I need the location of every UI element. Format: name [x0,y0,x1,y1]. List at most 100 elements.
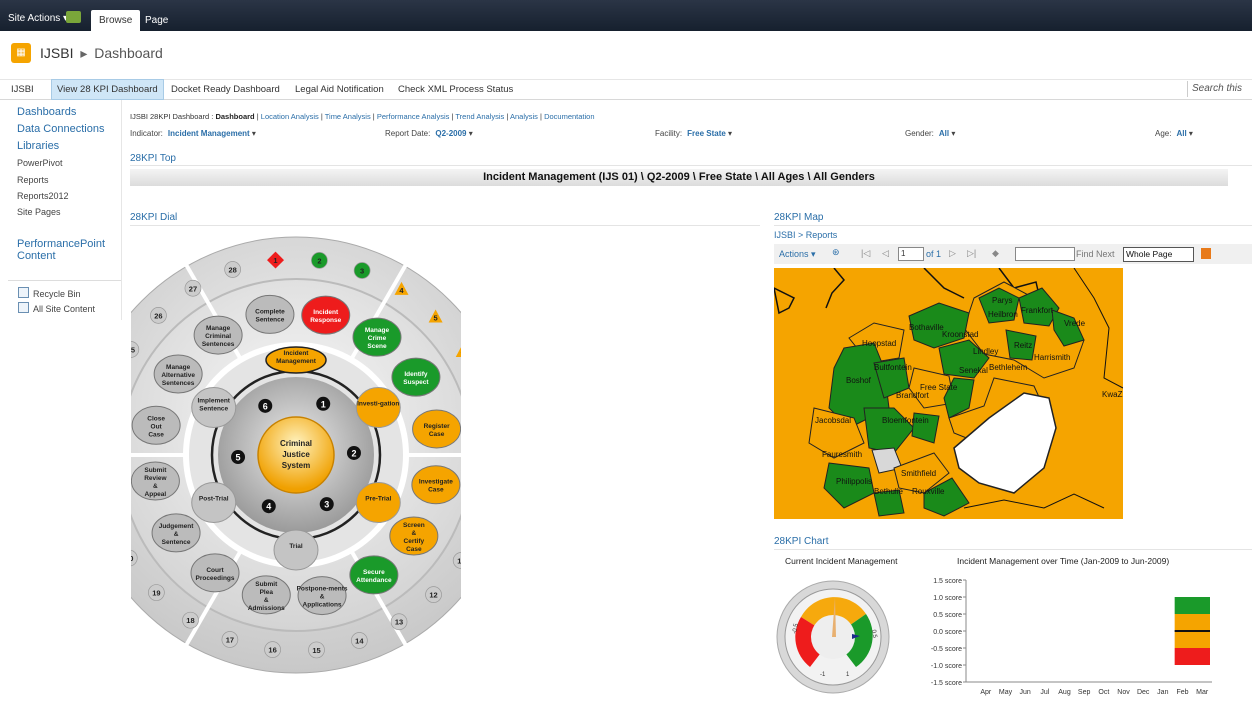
dial-process[interactable]: SubmitReview&Appeal [131,461,180,501]
kpi-marker[interactable]: 28 [224,261,242,278]
dial-stage-node[interactable] [273,529,319,571]
dial-process[interactable]: CompleteSentence [245,294,295,334]
quicklaunch-performancepoint[interactable]: PerformancePoint [17,238,105,250]
topnav-ijsbi[interactable]: IJSBI [6,80,39,99]
quicklaunch-powerpivot[interactable]: PowerPivot [17,158,63,168]
dial-process[interactable]: IdentifySuspect [391,357,441,397]
dial-process[interactable]: CourtProceedings [190,553,240,593]
dial-process-label: Alternative [161,372,195,379]
find-input[interactable] [1015,247,1075,261]
dial-process[interactable]: RegisterCase [412,409,461,449]
refresh-icon[interactable]: ⊛ [832,247,840,258]
export-icon[interactable] [1201,248,1211,259]
last-page-icon[interactable]: ▷| [967,248,976,259]
dial-process[interactable]: ManageCrimeScene [352,317,402,357]
x-tick-label: May [999,689,1013,696]
tab-browse[interactable]: Browse [91,10,141,31]
kpi-marker[interactable]: 26 [150,307,167,324]
free-state-map[interactable]: Parys Heilbron Frankfort Vrede Bothavill… [772,267,1124,519]
dial-process[interactable]: IncidentResponse [301,295,351,335]
indicator-value[interactable]: Incident Management [168,129,250,138]
dial-process[interactable]: ManageAlternativeSentences [153,354,203,394]
actions-menu[interactable]: Actions ▾ [779,249,816,260]
dial-process-label: & [264,597,269,604]
kpi-marker[interactable]: 3 [353,262,371,279]
dial-stage-label: Pre-Trial [365,496,391,503]
dial-stage-node[interactable] [191,482,237,523]
zoom-select[interactable]: Whole Page [1123,247,1194,262]
report-date-filter[interactable]: Report Date: Q2-2009 ▾ [385,129,473,138]
kpi-number: 16 [268,646,276,655]
previous-page-icon[interactable]: ◁ [882,248,889,259]
indicator-filter[interactable]: Indicator: Incident Management ▾ [130,129,256,138]
site-actions-menu[interactable]: Site Actions ▾ [8,13,68,24]
navigate-up-icon[interactable] [66,11,81,23]
dial-process[interactable]: InvestigateCase [411,465,461,505]
first-page-icon[interactable]: |◁ [861,248,870,259]
breadcrumb-site[interactable]: IJSBI [40,45,73,61]
divider [774,549,1252,550]
dial-process-label: Appeal [145,491,167,498]
next-page-icon[interactable]: ▷ [949,248,956,259]
dial-process[interactable]: SecureAttendance [349,555,399,595]
dial-process[interactable]: Screen&CertifyCase [389,516,439,556]
age-filter[interactable]: Age: All ▾ [1155,129,1193,138]
link-documentation[interactable]: Documentation [544,112,594,121]
kpi-marker[interactable]: 12 [425,586,442,603]
all-site-content-link[interactable]: All Site Content [18,302,95,314]
search-input[interactable]: Search this [1187,81,1252,97]
topnav-docket-ready-dashboard[interactable]: Docket Ready Dashboard [166,80,285,99]
report-date-value[interactable]: Q2-2009 [435,129,466,138]
dial-process[interactable]: CloseOutCase [131,405,181,445]
find-next-button[interactable]: Find Next [1076,249,1115,259]
tab-page[interactable]: Page [137,10,176,31]
gender-value[interactable]: All [939,129,949,138]
link-trend-analysis[interactable]: Trend Analysis [455,112,504,121]
map-region[interactable] [863,407,915,454]
dial-stage-node[interactable] [355,482,401,523]
quicklaunch-performancepoint-content[interactable]: Content [17,250,56,262]
dial-process-label: Admissions [248,605,285,612]
recycle-bin-link[interactable]: Recycle Bin [18,287,81,299]
dial-core-label-1: Criminal [280,439,312,448]
back-icon[interactable]: ◆ [992,248,999,259]
link-time-analysis[interactable]: Time Analysis [325,112,371,121]
link-performance-analysis[interactable]: Performance Analysis [377,112,450,121]
kpi-marker[interactable]: 2 [311,252,328,269]
quicklaunch-dashboards[interactable]: Dashboards [17,106,76,118]
kpi-marker[interactable]: 19 [148,584,165,601]
quicklaunch-site-pages[interactable]: Site Pages [17,207,61,217]
quicklaunch-data-connections[interactable]: Data Connections [17,123,104,135]
topnav-view-28-kpi-dashboard[interactable]: View 28 KPI Dashboard [51,79,164,100]
kpi-marker[interactable]: 15 [308,641,325,659]
quicklaunch-reports[interactable]: Reports [17,175,49,185]
dial-process[interactable]: SubmitPlea&Admissions [241,575,291,615]
link-location-analysis[interactable]: Location Analysis [261,112,319,121]
dial-stage-node[interactable] [355,387,401,428]
kpi-marker[interactable]: 17 [221,631,239,648]
facility-value[interactable]: Free State [687,129,726,138]
dial-process-label: Case [406,546,422,553]
map-label: Senekal [959,366,988,375]
map-label: Bothaville [909,323,944,332]
map-breadcrumb[interactable]: IJSBI > Reports [774,230,837,240]
facility-filter[interactable]: Facility: Free State ▾ [655,129,732,138]
kpi-marker[interactable]: 14 [350,632,368,649]
gender-filter[interactable]: Gender: All ▾ [905,129,955,138]
page-number-input[interactable]: 1 [898,247,924,261]
dial-process[interactable]: ManageCriminalSentences [193,315,243,355]
topnav-check-xml-process-status[interactable]: Check XML Process Status [393,80,518,99]
quicklaunch-reports2012[interactable]: Reports2012 [17,191,69,201]
age-value[interactable]: All [1176,129,1186,138]
kpi-marker[interactable]: 18 [182,611,199,629]
link-analysis[interactable]: Analysis [510,112,538,121]
kpi-number: 5 [434,313,438,322]
dial-process[interactable]: Judgement&Sentence [151,513,201,553]
site-logo-icon[interactable]: ▦ [11,43,31,63]
quicklaunch-libraries[interactable]: Libraries [17,140,59,152]
map-label: Philippolis [836,477,873,486]
kpi-marker[interactable]: 13 [390,613,408,631]
topnav-legal-aid-notification[interactable]: Legal Aid Notification [290,80,389,99]
kpi-marker[interactable]: 27 [184,279,202,297]
kpi-marker[interactable]: 16 [264,641,281,658]
